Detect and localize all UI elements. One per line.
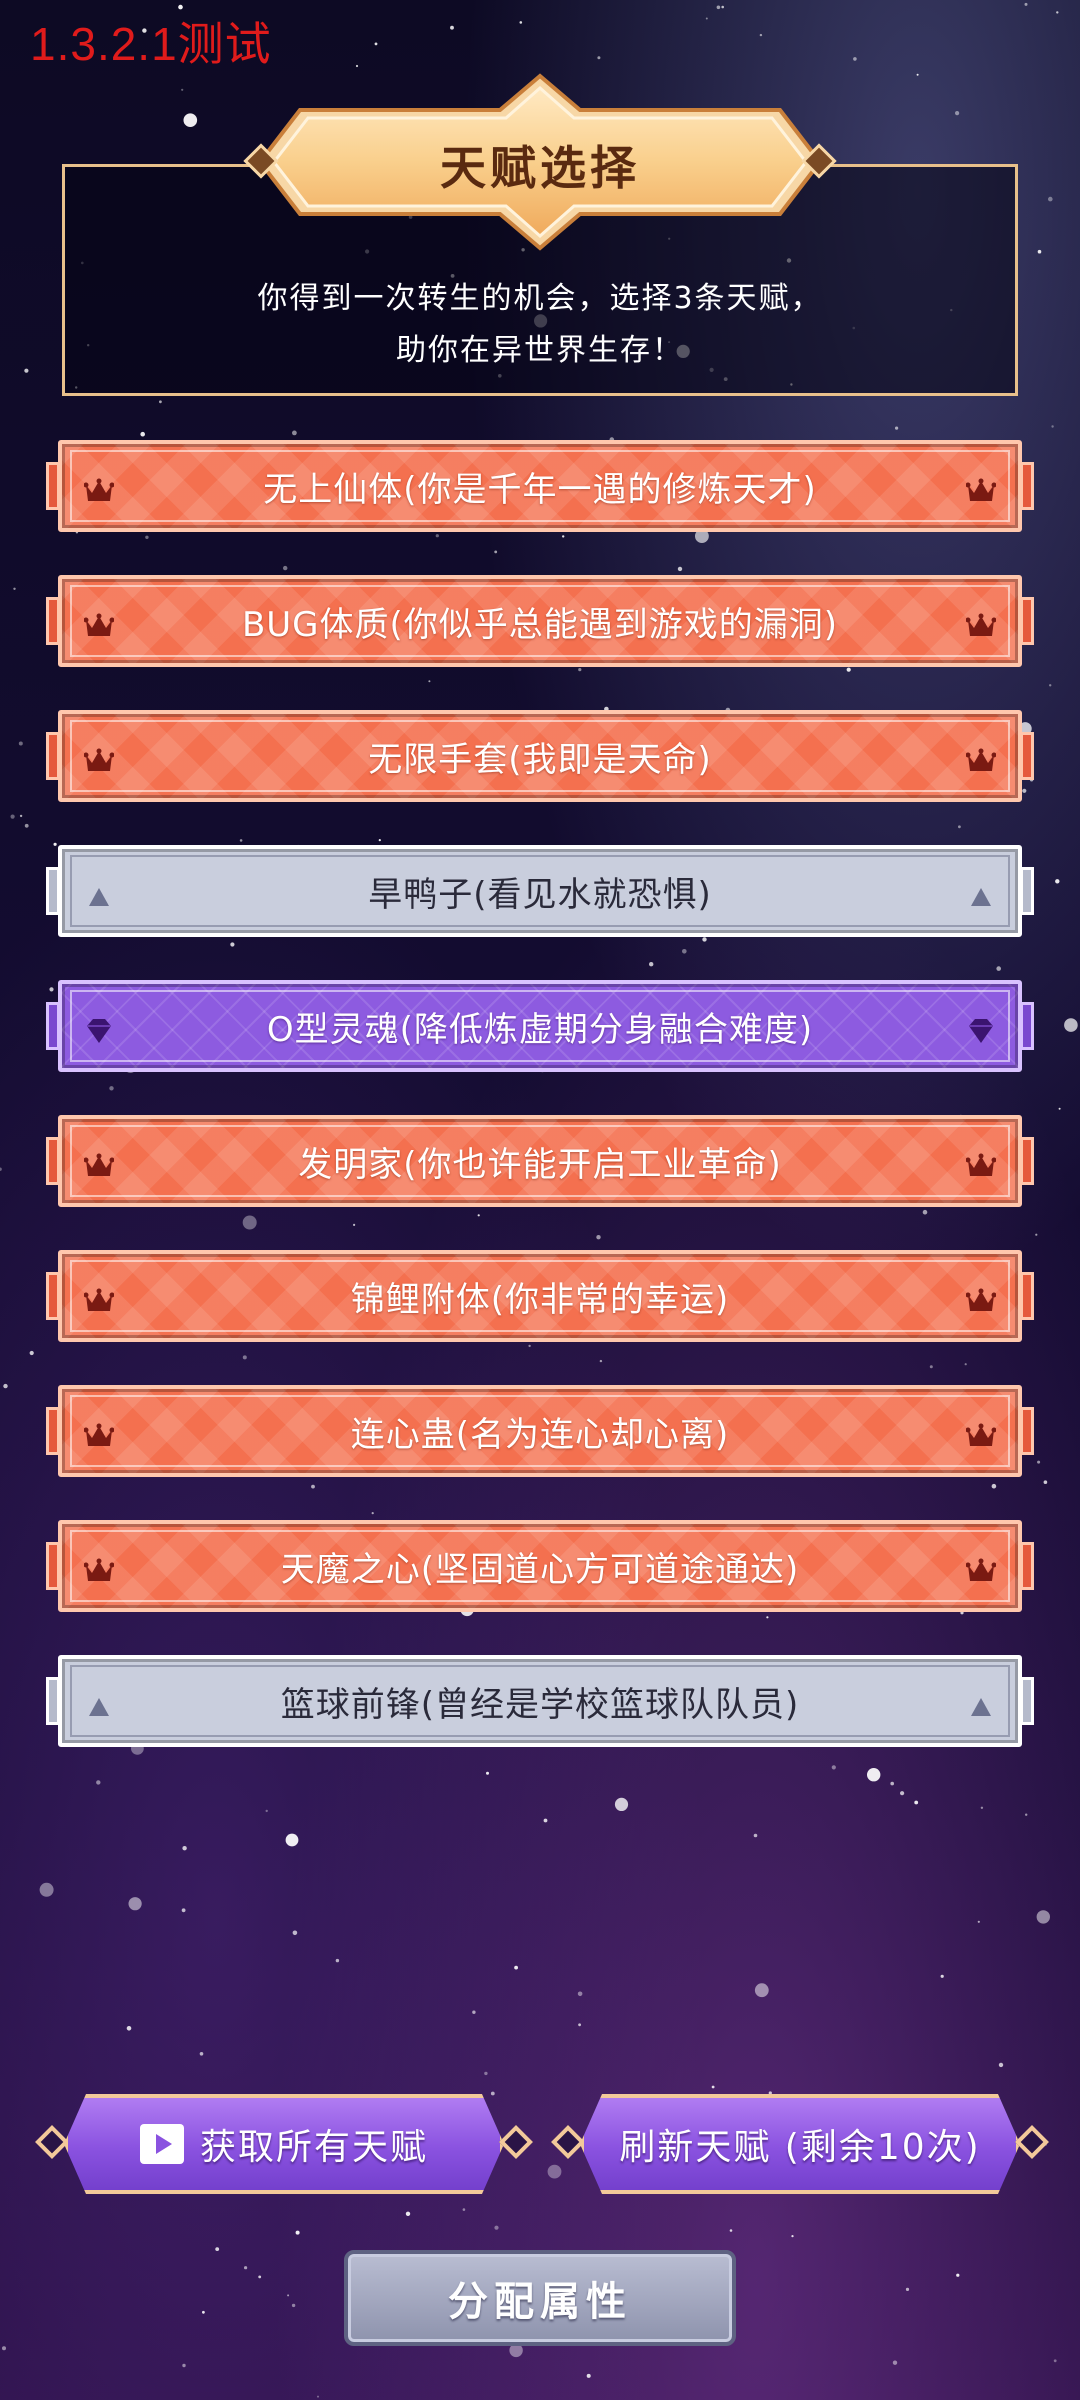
talent-label: 无上仙体(你是千年一遇的修炼天才) <box>263 469 817 510</box>
video-play-icon <box>139 2124 184 2164</box>
crown-icon <box>965 1149 997 1189</box>
intro-line-2: 助你在异世界生存！ <box>396 333 684 368</box>
allocate-attributes-label: 分配属性 <box>448 2279 632 2325</box>
crown-icon <box>83 609 115 649</box>
crown-icon <box>83 474 115 514</box>
talent-label: BUG体质(你似乎总能遇到游戏的漏洞) <box>241 604 839 645</box>
talent-label: 天魔之心(坚固道心方可道途通达) <box>280 1549 800 1590</box>
allocate-attributes-button[interactable]: 分配属性 <box>344 2250 736 2346</box>
talent-label: 篮球前锋(曾经是学校篮球队队员) <box>280 1684 800 1725</box>
gem-icon <box>84 1014 114 1054</box>
talent-option[interactable]: O型灵魂(降低炼虚期分身融合难度) <box>46 980 1034 1072</box>
talent-option[interactable]: 无上仙体(你是千年一遇的修炼天才) <box>46 440 1034 532</box>
talent-label: 锦鲤附体(你非常的幸运) <box>350 1279 730 1320</box>
talent-label: 发明家(你也许能开启工业革命) <box>298 1144 782 1185</box>
talent-label: 旱鸭子(看见水就恐惧) <box>368 874 712 915</box>
talent-option[interactable]: 天魔之心(坚固道心方可道途通达) <box>46 1520 1034 1612</box>
triangle-icon <box>966 1689 996 1729</box>
gem-icon <box>966 1014 996 1054</box>
crown-icon <box>965 1554 997 1594</box>
crown-icon <box>83 1554 115 1594</box>
crown-icon <box>965 744 997 784</box>
crown-icon <box>965 1284 997 1324</box>
intro-text: 你得到一次转生的机会，选择3条天赋， 助你在异世界生存！ <box>65 273 1015 377</box>
talent-option[interactable]: 发明家(你也许能开启工业革命) <box>46 1115 1034 1207</box>
triangle-icon <box>966 879 996 919</box>
talent-label: 无限手套(我即是天命) <box>368 739 712 780</box>
get-all-talents-button[interactable]: 获取所有天赋 <box>35 2094 533 2194</box>
crown-icon <box>83 744 115 784</box>
version-label: 1.3.2.1测试 <box>30 18 272 70</box>
triangle-icon <box>84 1689 114 1729</box>
right-diamond-ornament <box>1015 2125 1049 2159</box>
talent-option[interactable]: BUG体质(你似乎总能遇到游戏的漏洞) <box>46 575 1034 667</box>
talent-option[interactable]: 无限手套(我即是天命) <box>46 710 1034 802</box>
left-diamond-ornament <box>35 2125 69 2159</box>
intro-line-1: 你得到一次转生的机会，选择3条天赋， <box>257 281 823 316</box>
talent-label: 连心蛊(名为连心却心离) <box>350 1414 730 1455</box>
page-title: 天赋选择 <box>440 141 640 195</box>
talent-option[interactable]: 旱鸭子(看见水就恐惧) <box>46 845 1034 937</box>
crown-icon <box>83 1284 115 1324</box>
left-diamond-ornament <box>551 2125 585 2159</box>
talent-option[interactable]: 锦鲤附体(你非常的幸运) <box>46 1250 1034 1342</box>
crown-icon <box>965 609 997 649</box>
refresh-talents-button[interactable]: 刷新天赋 (剩余10次) <box>551 2094 1049 2194</box>
triangle-icon <box>84 879 114 919</box>
crown-icon <box>83 1419 115 1459</box>
talent-option[interactable]: 连心蛊(名为连心却心离) <box>46 1385 1034 1477</box>
get-all-talents-label: 获取所有天赋 <box>199 2127 428 2168</box>
crown-icon <box>83 1149 115 1189</box>
crown-icon <box>965 1419 997 1459</box>
talent-label: O型灵魂(降低炼虚期分身融合难度) <box>266 1009 814 1050</box>
talent-option[interactable]: 篮球前锋(曾经是学校篮球队队员) <box>46 1655 1034 1747</box>
refresh-talents-label: 刷新天赋 (剩余10次) <box>619 2127 981 2168</box>
crown-icon <box>965 474 997 514</box>
right-diamond-ornament <box>499 2125 533 2159</box>
title-banner: 天赋选择 <box>220 72 860 252</box>
